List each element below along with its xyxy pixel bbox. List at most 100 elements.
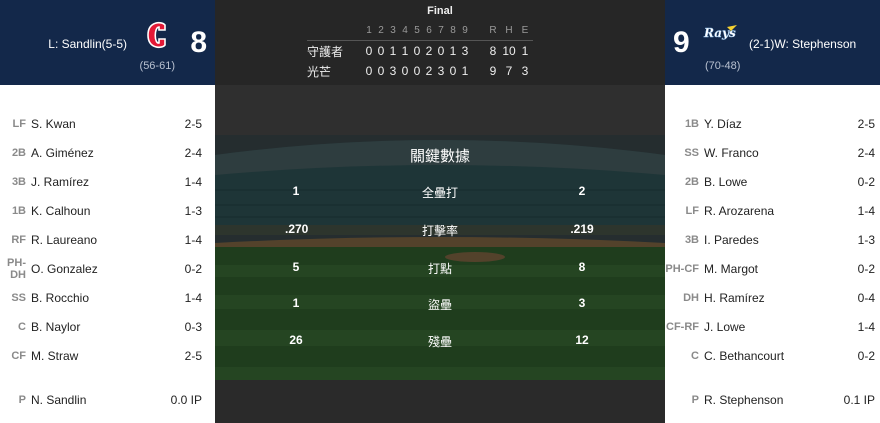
- lineup-row[interactable]: 3B J. Ramírez 1-4: [0, 168, 215, 197]
- rays-logo-icon: Rays: [703, 25, 737, 40]
- lineup-row[interactable]: RF R. Laureano 1-4: [0, 226, 215, 255]
- player-name[interactable]: A. Giménez: [31, 146, 162, 160]
- inning-runs: 0: [437, 44, 445, 58]
- lineup-row[interactable]: SS B. Rocchio 1-4: [0, 283, 215, 312]
- player-name[interactable]: K. Calhoun: [31, 204, 162, 218]
- player-stat: 1-3: [184, 204, 202, 219]
- player-position: C: [18, 320, 26, 333]
- inning-runs: 1: [389, 44, 397, 58]
- player-name[interactable]: M. Straw: [31, 349, 162, 363]
- runs-header: R: [489, 25, 497, 36]
- innings-pitched: 0.0 IP: [170, 393, 202, 408]
- stat-label: 殘壘: [427, 335, 452, 349]
- inning-runs: 0: [365, 44, 373, 58]
- inning-runs: 2: [425, 64, 433, 78]
- stat-label: 盜壘: [427, 298, 452, 312]
- player-name[interactable]: R. Laureano: [31, 233, 162, 247]
- away-lineup: LF S. Kwan 2-5 2B A. Giménez 2-4 3B J. Ramíre…: [0, 110, 215, 370]
- inning-runs: 0: [401, 64, 409, 78]
- player-position: CF-RF: [666, 320, 699, 333]
- home-stat-value: 8: [578, 260, 586, 274]
- player-name[interactable]: O. Gonzalez: [31, 262, 162, 276]
- player-name[interactable]: B. Naylor: [31, 320, 162, 334]
- player-stat: 1-4: [184, 290, 202, 305]
- stat-row-home-runs: 1 全壘打 2: [215, 184, 665, 204]
- player-stat: 0-2: [857, 175, 875, 190]
- inning-runs: 0: [377, 44, 385, 58]
- player-name[interactable]: R. Arozarena: [704, 204, 835, 218]
- player-name[interactable]: W. Franco: [704, 146, 835, 160]
- lineup-row[interactable]: C C. Bethancourt 0-2: [665, 341, 880, 370]
- pitcher-row[interactable]: P R. Stephenson 0.1 IP: [665, 386, 880, 415]
- player-position: LF: [685, 205, 699, 218]
- lineup-row[interactable]: 2B B. Lowe 0-2: [665, 168, 880, 197]
- total-hits: 10: [502, 44, 516, 58]
- inning-header: 7: [438, 25, 444, 36]
- stat-row-batting-average: .270 打擊率 .219: [215, 222, 665, 242]
- player-name[interactable]: B. Lowe: [704, 175, 835, 189]
- player-name[interactable]: S. Kwan: [31, 117, 162, 131]
- stat-row-rbi: 5 打點 8: [215, 260, 665, 280]
- home-team-header[interactable]: 9 Rays (2-1)W: Stephenson (70-48): [665, 0, 880, 85]
- player-name[interactable]: M. Margot: [704, 262, 835, 276]
- home-lineup: 1B Y. Díaz 2-5 SS W. Franco 2-4 2B B. Lowe 0-2…: [665, 110, 880, 370]
- lineup-row[interactable]: C B. Naylor 0-3: [0, 312, 215, 341]
- player-name[interactable]: J. Lowe: [704, 320, 835, 334]
- lineup-row[interactable]: CF-RF J. Lowe 1-4: [665, 312, 880, 341]
- home-decision-pitcher[interactable]: (2-1)W: Stephenson: [749, 37, 856, 51]
- lineup-row[interactable]: CF M. Straw 2-5: [0, 341, 215, 370]
- player-stat: 1-4: [857, 204, 875, 219]
- player-position: 1B: [11, 205, 26, 218]
- player-name[interactable]: I. Paredes: [704, 233, 835, 247]
- player-name[interactable]: N. Sandlin: [31, 393, 162, 407]
- player-stat: 1-4: [857, 319, 875, 334]
- inning-header: 1: [366, 25, 372, 36]
- inning-header: 5: [414, 25, 420, 36]
- player-name[interactable]: R. Stephenson: [704, 393, 835, 407]
- lineup-row[interactable]: 1B K. Calhoun 1-3: [0, 197, 215, 226]
- lineup-row[interactable]: 1B Y. Díaz 2-5: [665, 110, 880, 139]
- lineup-row[interactable]: PH-DH O. Gonzalez 0-2: [0, 254, 215, 283]
- player-name[interactable]: Y. Díaz: [704, 117, 835, 131]
- player-name[interactable]: B. Rocchio: [31, 291, 162, 305]
- player-position: PH-DH: [7, 256, 26, 281]
- linescore-home-row: 光芒 0 0 3 0 0 2 3 0 1 9 7 3: [307, 61, 533, 81]
- player-stat: 0-2: [184, 261, 202, 276]
- player-position: SS: [684, 147, 699, 160]
- stat-label: 全壘打: [421, 186, 458, 200]
- lineup-row[interactable]: 2B A. Giménez 2-4: [0, 139, 215, 168]
- inning-runs: 0: [365, 64, 373, 78]
- lineup-row[interactable]: 3B I. Paredes 1-3: [665, 226, 880, 255]
- lineup-row[interactable]: PH-CF M. Margot 0-2: [665, 254, 880, 283]
- inning-runs: 1: [461, 64, 469, 78]
- player-name[interactable]: C. Bethancourt: [704, 349, 835, 363]
- away-decision-pitcher[interactable]: L: Sandlin(5-5): [48, 37, 127, 51]
- player-name[interactable]: H. Ramírez: [704, 291, 835, 305]
- lineup-row[interactable]: LF S. Kwan 2-5: [0, 110, 215, 139]
- inning-runs: 0: [449, 64, 457, 78]
- home-stat-value: 12: [575, 333, 589, 347]
- player-position: C: [691, 349, 699, 362]
- player-stat: 2-4: [184, 146, 202, 161]
- player-name[interactable]: J. Ramírez: [31, 175, 162, 189]
- inning-header: 8: [450, 25, 456, 36]
- pitcher-row[interactable]: P N. Sandlin 0.0 IP: [0, 386, 215, 415]
- home-stat-value: 2: [578, 184, 586, 198]
- inning-runs: 2: [425, 44, 433, 58]
- player-position: CF: [11, 349, 26, 362]
- player-stat: 0-4: [857, 290, 875, 305]
- total-errors: 3: [521, 64, 529, 78]
- linescore-panel: Final 1 2 3 4 5 6 7 8 9 R H E 守護者 0 0 1 …: [215, 0, 665, 85]
- game-status: Final: [427, 5, 453, 17]
- lineup-row[interactable]: SS W. Franco 2-4: [665, 139, 880, 168]
- player-position: LF: [12, 118, 26, 131]
- lineup-row[interactable]: DH H. Ramírez 0-4: [665, 283, 880, 312]
- player-stat: 0-2: [857, 348, 875, 363]
- total-runs: 8: [489, 44, 497, 58]
- player-stat: 0-3: [184, 319, 202, 334]
- total-runs: 9: [489, 64, 497, 78]
- player-position: P: [691, 394, 699, 407]
- lineup-row[interactable]: LF R. Arozarena 1-4: [665, 197, 880, 226]
- center-bottom-band: [215, 380, 665, 423]
- away-team-header[interactable]: L: Sandlin(5-5) 8 (56-61): [0, 0, 215, 85]
